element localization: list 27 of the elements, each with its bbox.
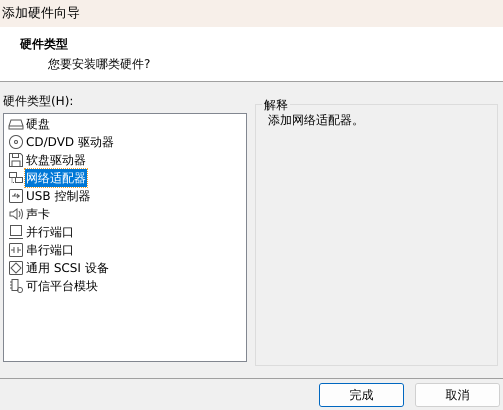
header-subtitle: 您要安装哪类硬件?: [47, 56, 152, 73]
list-item[interactable]: USB 控制器: [8, 187, 246, 205]
list-item[interactable]: 软盘驱动器: [8, 151, 246, 169]
scsi-icon: [8, 260, 24, 276]
network-icon: [8, 170, 24, 186]
explanation-text: 添加网络适配器。: [268, 113, 364, 127]
list-item[interactable]: 并行端口: [8, 223, 246, 241]
window-title: 添加硬件向导: [2, 4, 80, 23]
sound-icon: [8, 206, 24, 222]
list-item[interactable]: 通用 SCSI 设备: [8, 259, 246, 277]
serial-icon: [8, 242, 24, 258]
dialog-button[interactable]: 取消: [415, 382, 500, 406]
parallel-icon: [8, 224, 24, 240]
cd-icon: [8, 134, 24, 150]
list-item[interactable]: CD/DVD 驱动器: [8, 133, 246, 151]
list-item[interactable]: 硬盘: [8, 115, 246, 133]
floppy-icon: [8, 152, 24, 168]
usb-icon: [8, 188, 24, 204]
list-item[interactable]: 声卡: [8, 205, 246, 223]
tpm-icon: [8, 278, 24, 294]
list-label: 硬件类型(H):: [3, 93, 74, 110]
list-item[interactable]: 网络适配器: [8, 169, 246, 187]
list-item[interactable]: 可信平台模块: [8, 277, 246, 295]
header-title: 硬件类型: [20, 36, 69, 53]
dialog-button[interactable]: 完成: [319, 382, 404, 406]
group-legend: 解释: [262, 96, 290, 114]
list-item[interactable]: 串行端口: [8, 241, 246, 259]
